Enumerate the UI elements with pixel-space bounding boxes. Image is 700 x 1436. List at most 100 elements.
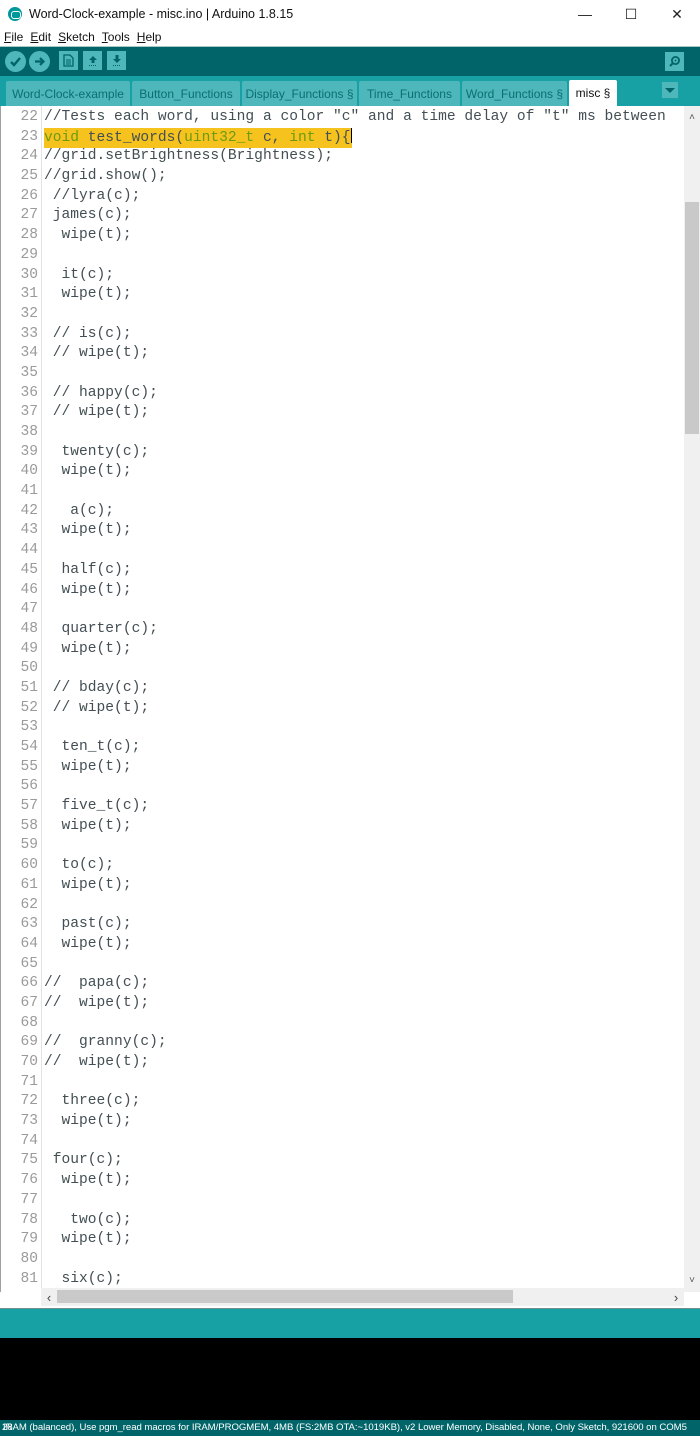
code-line[interactable]: 71 (1, 1073, 685, 1093)
scroll-right-icon[interactable]: › (668, 1288, 684, 1306)
code-line[interactable]: 43 wipe(t); (1, 521, 685, 541)
code-line[interactable]: 29 (1, 246, 685, 266)
menu-help[interactable]: Help (133, 30, 165, 44)
menu-file[interactable]: File (0, 30, 26, 44)
code-line[interactable]: 62 (1, 896, 685, 916)
code-line[interactable]: 60 to(c); (1, 856, 685, 876)
code-line[interactable]: 27 james(c); (1, 206, 685, 226)
menu-sketch[interactable]: Sketch (54, 30, 98, 44)
code-line[interactable]: 52 // wipe(t); (1, 699, 685, 719)
code-line[interactable]: 67 // wipe(t); (1, 994, 685, 1014)
code-line[interactable]: 66 // papa(c); (1, 974, 685, 994)
serial-monitor-button[interactable] (665, 52, 684, 71)
code-text: quarter(c); (44, 620, 158, 637)
menu-tools[interactable]: Tools (98, 30, 133, 44)
code-line-current[interactable]: 23 void test_words(uint32_t c, int t){ (1, 127, 685, 149)
code-line[interactable]: 30 it(c); (1, 266, 685, 286)
code-line[interactable]: 40 wipe(t); (1, 462, 685, 482)
line-number: 66 (20, 975, 38, 992)
code-line[interactable]: 55 wipe(t); (1, 758, 685, 778)
code-line[interactable]: 58 wipe(t); (1, 817, 685, 837)
line-number: 78 (20, 1211, 38, 1228)
code-line[interactable]: 38 (1, 423, 685, 443)
code-line[interactable]: 63 past(c); (1, 915, 685, 935)
horizontal-scroll-thumb[interactable] (57, 1290, 513, 1303)
code-line[interactable]: 42 a(c); (1, 502, 685, 522)
code-line[interactable]: 72 three(c); (1, 1092, 685, 1112)
code-line[interactable]: 41 (1, 482, 685, 502)
code-line[interactable]: 61 wipe(t); (1, 876, 685, 896)
maximize-button[interactable]: ☐ (608, 0, 654, 28)
code-line[interactable]: 36 // happy(c); (1, 384, 685, 404)
tab-word-functions[interactable]: Word_Functions § (462, 81, 567, 106)
line-number: 79 (20, 1231, 38, 1248)
code-line[interactable]: 74 (1, 1132, 685, 1152)
code-line[interactable]: 28 wipe(t); (1, 226, 685, 246)
code-line[interactable]: 39 twenty(c); (1, 443, 685, 463)
code-line[interactable]: 54 ten_t(c); (1, 738, 685, 758)
horizontal-scrollbar[interactable]: ‹ › (41, 1288, 684, 1306)
code-line[interactable]: 34 // wipe(t); (1, 344, 685, 364)
code-line[interactable]: 35 (1, 364, 685, 384)
tab-word-clock-example[interactable]: Word-Clock-example (6, 81, 130, 106)
code-line[interactable]: 77 (1, 1191, 685, 1211)
code-line[interactable]: 31 wipe(t); (1, 285, 685, 305)
code-line[interactable]: 75 four(c); (1, 1151, 685, 1171)
code-line[interactable]: 47 (1, 600, 685, 620)
code-line[interactable]: 26 //lyra(c); (1, 187, 685, 207)
upload-button[interactable] (29, 51, 50, 72)
code-line[interactable]: 33 // is(c); (1, 325, 685, 345)
status-bar: IRAM (balanced), Use pgm_read macros for… (0, 1420, 700, 1436)
code-line[interactable]: 49 wipe(t); (1, 640, 685, 660)
tab-button-functions[interactable]: Button_Functions (132, 81, 240, 106)
code-line[interactable]: 80 (1, 1250, 685, 1270)
code-line[interactable]: 22 //Tests each word, using a color "c" a… (1, 108, 685, 128)
tab-misc[interactable]: misc § (569, 80, 617, 106)
code-line[interactable]: 53 (1, 718, 685, 738)
code-editor[interactable]: 22 //Tests each word, using a color "c" a… (0, 106, 700, 1292)
code-text: two(c); (44, 1211, 132, 1228)
tab-menu-dropdown[interactable] (662, 82, 678, 98)
code-line[interactable]: 51 // bday(c); (1, 679, 685, 699)
scroll-up-icon[interactable]: ˄ (684, 109, 700, 125)
code-line[interactable]: 65 (1, 955, 685, 975)
code-line[interactable]: 69 // granny(c); (1, 1033, 685, 1053)
code-line[interactable]: 32 (1, 305, 685, 325)
code-line[interactable]: 46 wipe(t); (1, 581, 685, 601)
code-line[interactable]: 57 five_t(c); (1, 797, 685, 817)
vertical-scrollbar[interactable]: ˄ ˅ (684, 106, 700, 1292)
code-line[interactable]: 37 // wipe(t); (1, 403, 685, 423)
code-line[interactable]: 64 wipe(t); (1, 935, 685, 955)
open-button[interactable] (83, 51, 102, 70)
code-line[interactable]: 81 six(c); (1, 1270, 685, 1290)
scroll-down-icon[interactable]: ˅ (684, 1272, 700, 1288)
vertical-scroll-thumb[interactable] (685, 202, 699, 434)
code-line[interactable]: 70 // wipe(t); (1, 1053, 685, 1073)
code-line[interactable]: 25 //grid.show(); (1, 167, 685, 187)
new-sketch-button[interactable] (59, 51, 78, 70)
code-line[interactable]: 76 wipe(t); (1, 1171, 685, 1191)
line-number: 37 (20, 404, 38, 421)
scroll-left-icon[interactable]: ‹ (41, 1288, 57, 1306)
code-line[interactable]: 45 half(c); (1, 561, 685, 581)
code-line[interactable]: 73 wipe(t); (1, 1112, 685, 1132)
code-line[interactable]: 56 (1, 777, 685, 797)
verify-button[interactable] (5, 51, 26, 72)
code-line[interactable]: 50 (1, 659, 685, 679)
code-line[interactable]: 24 //grid.setBrightness(Brightness); (1, 147, 685, 167)
minimize-button[interactable]: — (562, 0, 608, 28)
line-number: 36 (20, 384, 38, 401)
line-number: 42 (20, 502, 38, 519)
close-button[interactable]: ✕ (654, 0, 700, 28)
code-line[interactable]: 79 wipe(t); (1, 1230, 685, 1250)
menu-edit[interactable]: Edit (26, 30, 54, 44)
save-button[interactable] (107, 51, 126, 70)
code-line[interactable]: 59 (1, 836, 685, 856)
code-line[interactable]: 48 quarter(c); (1, 620, 685, 640)
code-line[interactable]: 44 (1, 541, 685, 561)
code-line[interactable]: 78 two(c); (1, 1211, 685, 1231)
tab-time-functions[interactable]: Time_Functions (359, 81, 460, 106)
console-output[interactable] (0, 1338, 700, 1420)
tab-display-functions[interactable]: Display_Functions § (242, 81, 357, 106)
code-line[interactable]: 68 (1, 1014, 685, 1034)
